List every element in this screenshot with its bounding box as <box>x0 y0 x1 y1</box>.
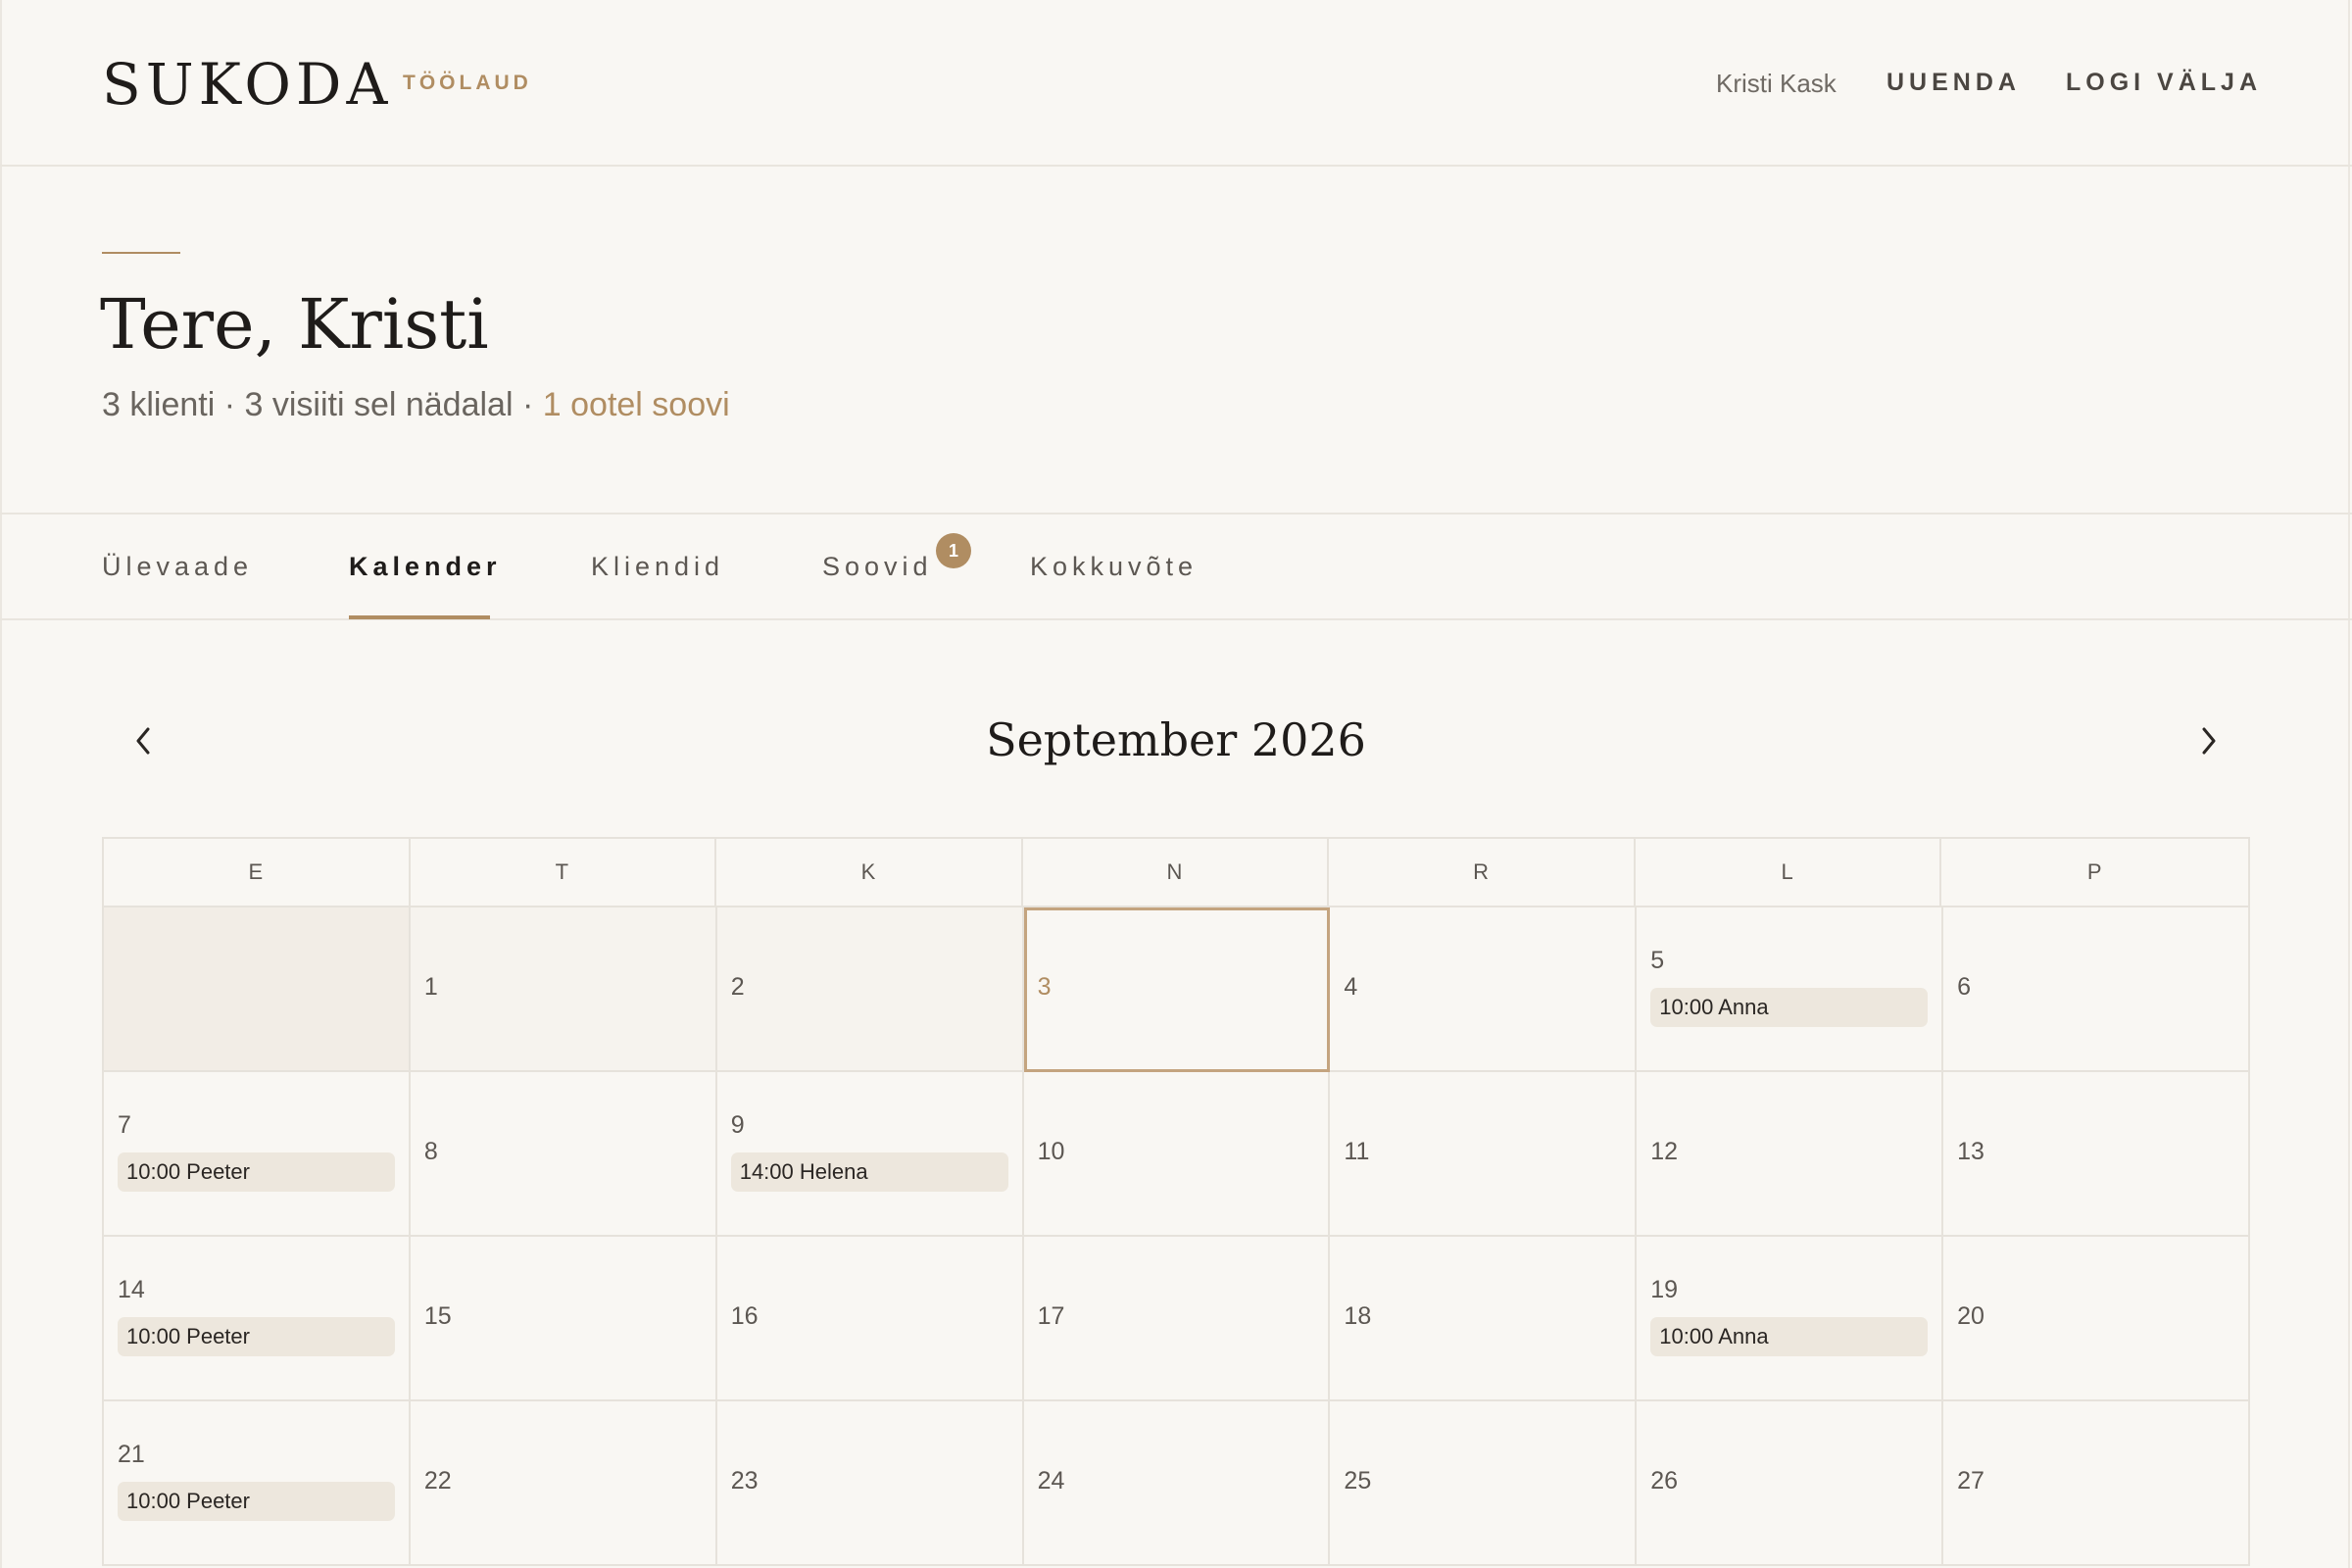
calendar-day-today[interactable]: 3 <box>1023 907 1331 1072</box>
calendar-week-row: 14 10:00 Peeter 15 16 17 18 19 10:00 Anna 20 <box>104 1237 2250 1401</box>
weekday-header: T <box>411 839 717 906</box>
page-title: Tere, Kristi <box>100 284 489 365</box>
calendar-day[interactable]: 21 10:00 Peeter <box>104 1401 411 1566</box>
day-number: 13 <box>1957 1138 1984 1165</box>
calendar-day[interactable]: 24 <box>1023 1401 1331 1566</box>
day-number: 11 <box>1344 1138 1370 1165</box>
calendar-day[interactable]: 26 <box>1637 1401 1944 1566</box>
day-number: 24 <box>1037 1467 1065 1494</box>
calendar-event-chip[interactable]: 10:00 Peeter <box>118 1152 395 1192</box>
day-number: 19 <box>1650 1276 1679 1303</box>
brand-logo[interactable]: SUKODA <box>102 51 392 118</box>
refresh-button[interactable]: UUENDA <box>1886 69 2021 97</box>
weekday-header: R <box>1329 839 1636 906</box>
day-number: 21 <box>118 1441 145 1468</box>
day-number: 3 <box>1037 973 1052 1001</box>
calendar-day[interactable]: 5 10:00 Anna <box>1637 907 1944 1072</box>
tab-bar: Ülevaade Kalender Kliendid Soovid 1 Kokk… <box>0 513 2352 620</box>
calendar-day[interactable]: 17 <box>1023 1237 1331 1401</box>
calendar-day[interactable]: 11 <box>1330 1072 1638 1237</box>
day-number: 12 <box>1650 1138 1679 1165</box>
weekday-header: E <box>104 839 411 906</box>
calendar-day[interactable]: 27 <box>1943 1401 2250 1566</box>
calendar-day[interactable]: 14 10:00 Peeter <box>104 1237 411 1401</box>
brand-subtitle: TÖÖLAUD <box>403 72 532 94</box>
calendar-day[interactable]: 4 <box>1330 907 1638 1072</box>
day-number: 22 <box>423 1467 452 1494</box>
day-number: 17 <box>1037 1302 1065 1330</box>
tab-summary[interactable]: Kokkuvõte <box>1030 552 1198 582</box>
calendar-day[interactable]: 2 <box>716 907 1024 1072</box>
day-number: 26 <box>1650 1467 1679 1494</box>
calendar-week-row: 7 10:00 Peeter 8 9 14:00 Helena 10 11 12 13 <box>104 1072 2250 1237</box>
day-number: 8 <box>423 1138 438 1165</box>
calendar-week-row: 1 2 3 4 5 10:00 Anna 6 <box>104 907 2250 1072</box>
tab-overview[interactable]: Ülevaade <box>102 552 253 582</box>
day-number: 23 <box>730 1467 759 1494</box>
day-number: 25 <box>1344 1467 1372 1494</box>
tab-clients[interactable]: Kliendid <box>591 552 724 582</box>
day-number: 16 <box>730 1302 759 1330</box>
calendar-day[interactable]: 10 <box>1023 1072 1331 1237</box>
summary-line: 3 klienti · 3 visiiti sel nädalal · 1 oo… <box>102 386 730 424</box>
summary-separator: · <box>521 386 534 423</box>
tab-calendar[interactable]: Kalender <box>349 552 502 582</box>
day-number: 2 <box>730 973 745 1001</box>
calendar-event-chip[interactable]: 10:00 Peeter <box>118 1482 395 1521</box>
calendar-day[interactable]: 8 <box>410 1072 717 1237</box>
calendar-grid: ETKNRLP 1 2 3 4 5 10:00 Anna 6 7 10:00 Peeter 8 9 1… <box>102 837 2250 1566</box>
weekday-header: P <box>2086 859 2103 884</box>
calendar-day[interactable]: 16 <box>716 1237 1024 1401</box>
chevron-right-icon <box>2202 727 2216 755</box>
calendar-day[interactable]: 7 10:00 Peeter <box>104 1072 411 1237</box>
day-number: 20 <box>1957 1302 1984 1330</box>
calendar-day[interactable]: 18 <box>1330 1237 1638 1401</box>
calendar-event-chip[interactable]: 14:00 Helena <box>730 1152 1008 1192</box>
day-number: 6 <box>1957 973 1972 1001</box>
calendar-day[interactable]: 9 14:00 Helena <box>716 1072 1024 1237</box>
summary-stats: 3 klienti · 3 visiiti sel nädalal <box>102 386 514 423</box>
calendar-day[interactable]: 1 <box>410 907 717 1072</box>
weekday-header: K <box>716 839 1023 906</box>
weekday-header: L <box>1636 839 1942 906</box>
day-number: 18 <box>1344 1302 1372 1330</box>
month-title: September 2026 <box>986 713 1366 766</box>
day-number: 9 <box>730 1111 745 1139</box>
current-user-name: Kristi Kask <box>1716 69 1837 98</box>
weekday-header-row: ETKNRL P <box>102 837 2250 906</box>
day-number: 5 <box>1650 947 1665 974</box>
calendar-day-empty <box>104 907 411 1072</box>
next-month-button[interactable] <box>2187 719 2230 762</box>
calendar-week-row: 21 10:00 Peeter 22 23 24 25 26 27 <box>104 1401 2250 1566</box>
calendar-day[interactable]: 13 <box>1943 1072 2250 1237</box>
accent-divider <box>102 252 180 254</box>
day-number: 15 <box>423 1302 452 1330</box>
calendar-day[interactable]: 25 <box>1330 1401 1638 1566</box>
calendar-day[interactable]: 23 <box>716 1401 1024 1566</box>
calendar-event-chip[interactable]: 10:00 Peeter <box>118 1317 395 1356</box>
calendar-day[interactable]: 22 <box>410 1401 717 1566</box>
calendar-day[interactable]: 15 <box>410 1237 717 1401</box>
pending-requests-link[interactable]: 1 ootel soovi <box>543 386 730 423</box>
weekday-header: N <box>1023 839 1330 906</box>
active-tab-indicator <box>349 615 490 619</box>
calendar-day[interactable]: 6 <box>1943 907 2250 1072</box>
calendar-event-chip[interactable]: 10:00 Anna <box>1650 988 1929 1027</box>
day-number: 1 <box>423 973 438 1001</box>
calendar-day[interactable]: 19 10:00 Anna <box>1637 1237 1944 1401</box>
calendar-day[interactable]: 20 <box>1943 1237 2250 1401</box>
logout-button[interactable]: LOGI VÄLJA <box>2066 69 2262 97</box>
tab-requests[interactable]: Soovid <box>822 552 933 582</box>
top-header: SUKODA TÖÖLAUD Kristi Kask UUENDA LOGI V… <box>0 0 2352 167</box>
calendar-event-chip[interactable]: 10:00 Anna <box>1650 1317 1929 1356</box>
requests-count-badge: 1 <box>936 533 971 568</box>
calendar-weeks: 1 2 3 4 5 10:00 Anna 6 7 10:00 Peeter 8 9 14:00 Hel… <box>102 906 2250 1566</box>
day-number: 27 <box>1957 1467 1984 1494</box>
day-number: 7 <box>118 1111 131 1139</box>
day-number: 10 <box>1037 1138 1065 1165</box>
day-number: 14 <box>118 1276 145 1303</box>
day-number: 4 <box>1344 973 1358 1001</box>
calendar-day[interactable]: 12 <box>1637 1072 1944 1237</box>
